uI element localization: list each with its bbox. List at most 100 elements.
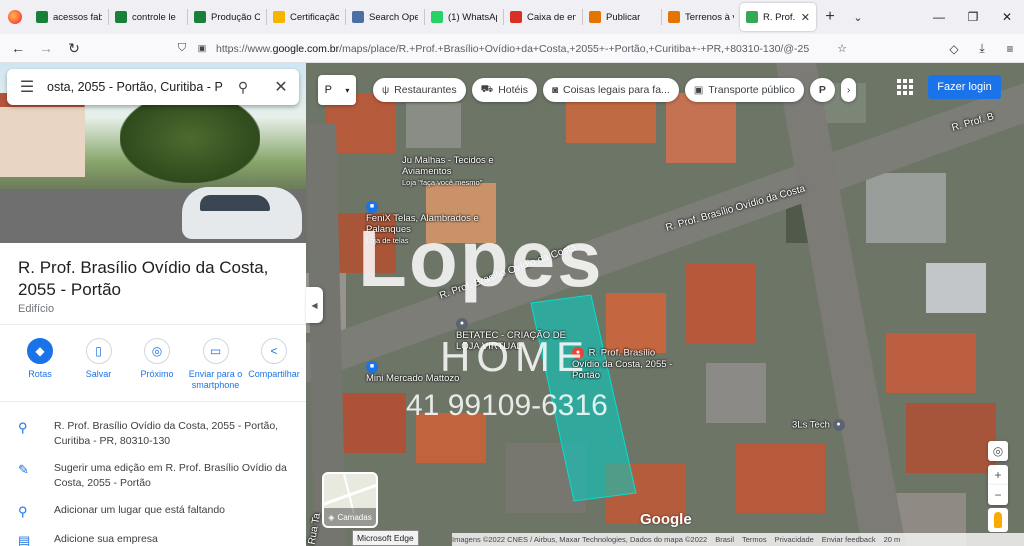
browser-tab[interactable]: Certificação [267,3,345,31]
browser-tab[interactable]: R. Prof. B ✕ [740,3,816,31]
tab-label: Certificação [290,11,339,23]
certificate-icon [273,11,285,23]
poi-3ls-tech[interactable]: 3Ls Tech ● [792,419,872,431]
restore-button[interactable]: ❐ [956,0,990,34]
layer-dropdown[interactable]: P ▾ [318,75,356,105]
shield-icon[interactable]: ⛉ [172,42,192,55]
action-label: Próximo [140,369,174,379]
chip-label: Coisas legais para fa... [563,84,670,96]
url-bar[interactable]: ⛉ ▣ https://www.google.com.br/maps/place… [172,37,852,60]
footer-item[interactable]: Privacidade [775,535,814,544]
chip-label: Restaurantes [394,84,457,96]
chip-label: P [818,84,826,96]
chips-more-button[interactable]: › [840,78,857,102]
login-button[interactable]: Fazer login [928,75,1001,99]
action-directions[interactable]: ◆ Rotas [12,338,68,391]
chip-bus[interactable]: ▣ Transporte público [684,78,804,102]
bookmark-star-icon[interactable]: ☆ [832,42,852,55]
action-label: Compartilhar [248,369,300,379]
shopping-bag-icon: ■ [366,201,378,213]
layers-label: ◈ Camadas [324,508,376,526]
firefox-icon[interactable] [0,0,30,34]
my-location-button[interactable]: ◎ [988,441,1008,461]
collapse-panel-button[interactable]: ◀ [306,287,323,323]
close-window-button[interactable]: ✕ [990,0,1024,34]
google-logo: Google [640,511,692,528]
search-input[interactable]: osta, 2055 - Portão, Curitiba - PR [47,80,223,94]
send-to-phone-icon: ▭ [202,338,229,364]
navigation-bar: ← → ↻ ⛉ ▣ https://www.google.com.br/maps… [0,34,1024,63]
browser-tab[interactable]: (1) WhatsAp [425,3,503,31]
action-bookmark[interactable]: ▯ Salvar [71,338,127,391]
directions-icon: ◆ [27,338,53,364]
hamburger-menu-icon[interactable]: ☰ [7,77,47,97]
info-text: Sugerir uma edição em R. Prof. Brasílio … [54,462,287,489]
download-icon[interactable]: ⤓ [968,41,996,56]
tab-list-button[interactable]: ⌄ [844,11,872,24]
minimize-button[interactable]: — [922,0,956,34]
forward-button[interactable]: → [32,40,60,56]
browser-tab[interactable]: Search Ope [346,3,424,31]
close-icon[interactable]: ✕ [263,77,299,97]
footer-item: Imagens ©2022 CNES / Airbus, Maxar Techn… [452,535,708,544]
browser-tab[interactable]: Terrenos à v [662,3,740,31]
zoom-in-button[interactable]: + [988,465,1008,485]
chip-bed[interactable]: ⛟ Hotéis [471,78,537,102]
chip-fork-knife[interactable]: ψ Restaurantes [373,78,466,102]
action-nearby[interactable]: ◎ Próximo [129,338,185,391]
search-ops-icon [352,11,364,23]
browser-tab[interactable]: Produção C [188,3,266,31]
action-send-to-phone[interactable]: ▭ Enviar para o smartphone [188,338,244,391]
tab-label: controle le [132,11,176,23]
chip-parking[interactable]: P [809,78,835,102]
place-side-panel: ☰ osta, 2055 - Portão, Curitiba - PR ⚲ ✕… [0,63,306,546]
action-share[interactable]: < Compartilhar [246,338,302,391]
tab-label: (1) WhatsAp [448,11,497,23]
info-row[interactable]: ✎ Sugerir uma edição em R. Prof. Brasílio… [0,455,306,497]
action-label: Enviar para o smartphone [188,369,243,390]
pegman-icon[interactable] [988,508,1008,532]
publish-icon [589,11,601,23]
footer-item[interactable]: Termos [742,535,767,544]
camera-icon: ◙ [551,84,558,96]
browser-tab[interactable]: Publicar [583,3,661,31]
browser-tab[interactable]: acessos fab [30,3,108,31]
chip-camera[interactable]: ◙ Coisas legais para fa... [542,78,679,102]
new-tab-button[interactable]: + [816,8,844,26]
chip-label: Transporte público [708,84,795,96]
satellite-map[interactable]: Ju Malhas - Tecidos e Aviamentos Loja "fa… [306,63,1024,546]
google-apps-icon[interactable] [894,76,916,98]
browser-tab[interactable]: controle le [109,3,187,31]
bus-icon: ▣ [693,84,704,96]
url-text[interactable]: https://www.google.com.br/maps/place/R.+… [212,43,832,55]
info-row[interactable]: ▤ Adicione sua empresa [0,526,306,546]
search-box[interactable]: ☰ osta, 2055 - Portão, Curitiba - PR ⚲ ✕ [7,69,299,105]
footer-item[interactable]: Enviar feedback [822,535,876,544]
maps-icon [746,11,758,23]
info-row[interactable]: ⚲ R. Prof. Brasílio Ovídio da Costa, 2055… [0,413,306,455]
whatsapp-icon [431,11,443,23]
pocket-icon[interactable]: ◇ [940,42,968,56]
action-buttons: ◆ Rotas ▯ Salvar ◎ Próximo ▭ Enviar para o smar… [12,338,302,391]
search-icon[interactable]: ⚲ [223,79,263,96]
watermark-sub: HOME [440,333,590,380]
tab-label: Publicar [606,11,641,23]
edit-pencil-icon: ✎ [18,462,29,477]
footer-item[interactable]: Brasil [715,535,734,544]
divider [0,401,306,402]
browser-tab[interactable]: Caixa de en [504,3,582,31]
info-row[interactable]: ⚲ Adicionar um lugar que está faltando [0,497,306,526]
info-text: Adicione sua empresa [54,533,158,545]
reload-button[interactable]: ↻ [60,40,88,57]
footer-item[interactable]: 20 m [884,535,901,544]
place-header: R. Prof. Brasílio Ovídio da Costa, 2055 … [0,243,306,315]
add-place-icon: ⚲ [18,504,28,519]
poi-ju-malhas[interactable]: Ju Malhas - Tecidos e Aviamentos Loja "fa… [402,155,512,188]
close-tab-icon[interactable]: ✕ [801,11,810,24]
location-marker-icon: ● [832,419,845,431]
lock-icon[interactable]: ▣ [192,43,212,54]
app-menu-icon[interactable]: ≡ [996,42,1024,56]
layers-toggle[interactable]: ◈ Camadas [322,472,378,528]
zoom-out-button[interactable]: − [988,485,1008,505]
back-button[interactable]: ← [4,40,32,56]
